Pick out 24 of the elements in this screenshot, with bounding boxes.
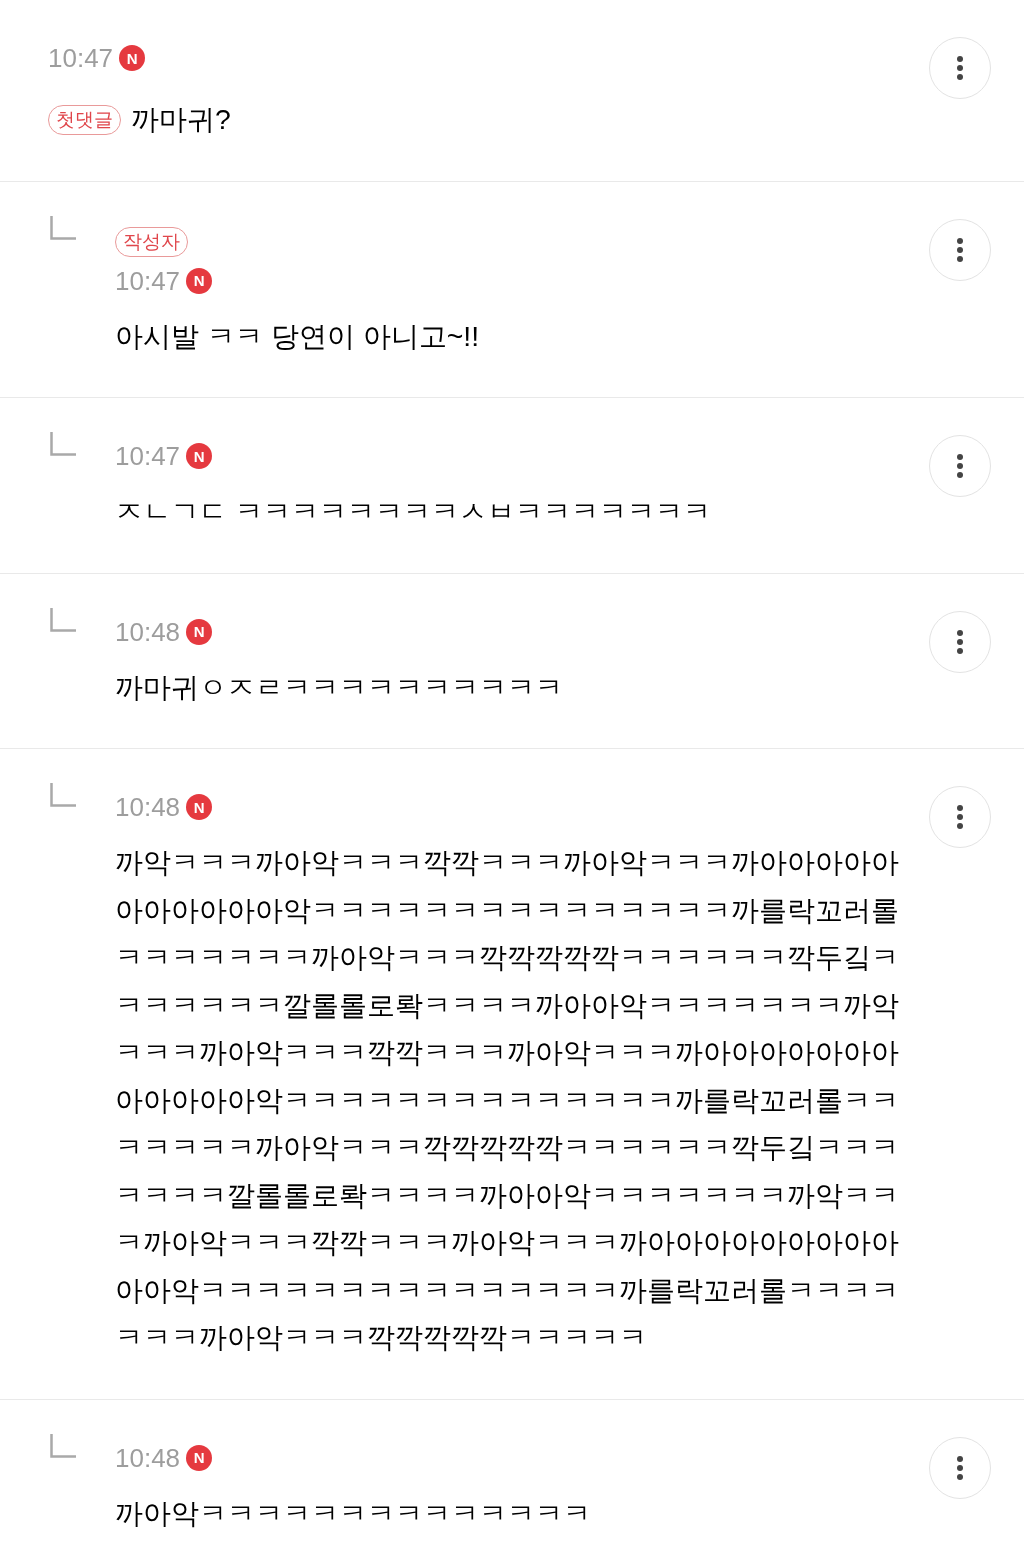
comment-time: 10:48: [115, 618, 181, 645]
new-badge: N: [119, 45, 146, 71]
comment-time: 10:47: [115, 443, 181, 469]
comment-time: 10:47: [48, 45, 114, 71]
new-badge: N: [186, 443, 213, 469]
new-badge: N: [186, 1444, 213, 1471]
comment-time: 10:48: [115, 1444, 181, 1471]
new-badge: N: [186, 618, 213, 645]
comment-text: ㅈㄴㄱㄷ ㅋㅋㅋㅋㅋㅋㅋㅋㅅㅂㅋㅋㅋㅋㅋㅋㅋ: [115, 494, 712, 529]
comment-text: 까마귀ㅇㅈㄹㅋㅋㅋㅋㅋㅋㅋㅋㅋㅋ: [115, 669, 564, 705]
new-badge: N: [186, 794, 213, 820]
comment-text: 까아악ㅋㅋㅋㅋㅋㅋㅋㅋㅋㅋㅋㅋㅋㅋ: [115, 1495, 592, 1531]
vertical-dots-icon: [957, 805, 963, 829]
comment-text: 아시발 ㅋㅋ 당연이 아니고~!!: [115, 318, 481, 354]
vertical-dots-icon: [957, 56, 963, 80]
comment-time: 10:47: [115, 267, 181, 294]
vertical-dots-icon: [957, 237, 963, 262]
comment-text: 까악ㅋㅋㅋ까아악ㅋㅋㅋ깍깍ㅋㅋㅋ까아악ㅋㅋㅋ까아아아아아아아아아아아악ㅋㅋㅋㅋㅋㅋㅋㅋㅋㅋㅋㅋㅋㅋㅋ까를락꼬러롤ㅋㅋㅋㅋㅋㅋㅋ까아악ㅋㅋㅋ깍깍깍깍깍ㅋㅋㅋㅋㅋㅋ깍두깈ㅋㅋㅋㅋㅋㅋㅋ깔롤롤로롹ㅋㅋㅋㅋ까아아악ㅋㅋㅋㅋㅋㅋㅋ까악ㅋㅋㅋ까아악ㅋㅋㅋ깍깍ㅋㅋㅋ까아악ㅋㅋㅋ까아아아아아아아아아아아아악ㅋㅋㅋㅋㅋㅋㅋㅋㅋㅋㅋㅋㅋㅋ까를락꼬러롤ㅋㅋㅋㅋㅋㅋㅋ까아악ㅋㅋㅋ깍깍깍깍깍ㅋㅋㅋㅋㅋㅋ깍두깈ㅋㅋㅋㅋㅋㅋㅋ깔롤롤로롹ㅋㅋㅋㅋ까아아악ㅋㅋㅋㅋㅋㅋㅋ까악ㅋㅋㅋ까아악ㅋㅋㅋ깍깍ㅋㅋㅋ까아악ㅋㅋㅋ까아아아아아아아아아아아악ㅋㅋㅋㅋㅋㅋㅋㅋㅋㅋㅋㅋㅋㅋㅋ까를락꼬러롤ㅋㅋㅋㅋㅋㅋㅋ까아악ㅋㅋㅋ깍깍깍깍깍ㅋㅋㅋㅋㅋ: [115, 845, 900, 1355]
vertical-dots-icon: [957, 629, 963, 654]
vertical-dots-icon: [957, 1455, 963, 1480]
comment-time: 10:48: [115, 794, 181, 820]
comment-text: 까마귀?: [131, 102, 231, 137]
vertical-dots-icon: [957, 454, 963, 478]
new-badge: N: [186, 267, 213, 294]
